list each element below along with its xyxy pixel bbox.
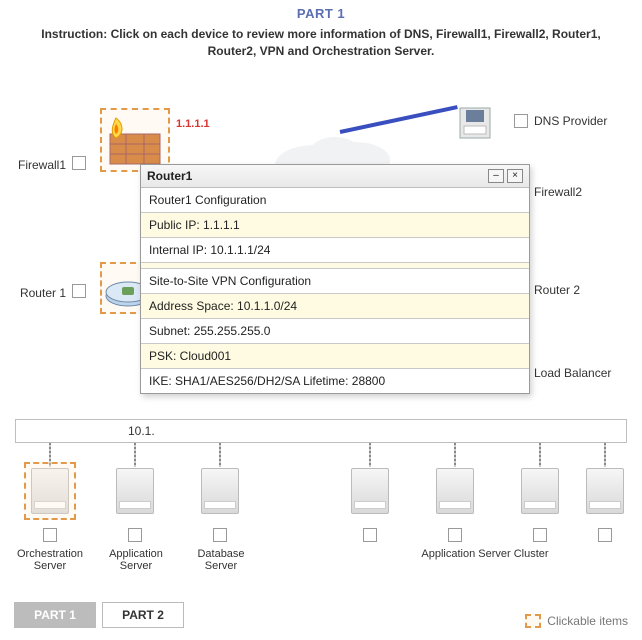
diagram-canvas: PART 1 Instruction: Click on each device… [0,0,642,640]
app-server-label: Application Server [98,548,174,572]
rack-stem [134,443,136,467]
rack-stem [539,443,541,467]
subnet-left-text: 10.1. [128,424,155,438]
dns-server-icon[interactable] [452,100,498,146]
orchestration-clickable[interactable] [24,462,76,520]
cluster-checkbox-2[interactable] [448,528,462,542]
cluster-checkbox-4[interactable] [598,528,612,542]
part1-tab[interactable]: PART 1 [14,602,96,628]
app-server-icon[interactable] [116,468,154,514]
load-balancer-label: Load Balancer [534,366,611,380]
dialog-titlebar[interactable]: Router1 – × [141,165,529,188]
subnet-bar-left [15,419,627,443]
firewall1-icon[interactable] [106,116,164,168]
dialog-row: Public IP: 1.1.1.1 [141,212,529,237]
router2-label: Router 2 [534,283,580,297]
router1-checkbox[interactable] [72,284,86,298]
dialog-minimize-button[interactable]: – [488,169,504,183]
rack-stem [219,443,221,467]
part-heading: PART 1 [0,6,642,21]
cluster-server-icon[interactable] [521,468,559,514]
device-info-dialog: Router1 – × Router1 Configuration Public… [140,164,530,394]
dns-checkbox[interactable] [514,114,528,128]
db-server-icon[interactable] [201,468,239,514]
cluster-server-icon[interactable] [351,468,389,514]
cluster-checkbox-1[interactable] [363,528,377,542]
dns-label: DNS Provider [534,114,607,128]
dialog-row: PSK: Cloud001 [141,343,529,368]
dialog-title: Router1 [147,169,192,183]
legend-text: Clickable items [547,614,628,628]
db-server-checkbox[interactable] [213,528,227,542]
clickable-legend: Clickable items [525,614,628,628]
dialog-close-button[interactable]: × [507,169,523,183]
firewall1-label: Firewall1 [14,158,66,172]
dialog-row: Site-to-Site VPN Configuration [141,268,529,293]
legend-swatch-icon [525,614,541,628]
dialog-row: Router1 Configuration [141,188,529,212]
part2-tab[interactable]: PART 2 [102,602,184,628]
db-server-label: Database Server [186,548,256,572]
firewall1-checkbox[interactable] [72,156,86,170]
rack-stem [369,443,371,467]
cluster-label: Application Server Cluster [400,548,570,560]
cluster-checkbox-3[interactable] [533,528,547,542]
app-server-checkbox[interactable] [128,528,142,542]
cluster-server-icon[interactable] [436,468,474,514]
cluster-server-icon[interactable] [586,468,624,514]
dialog-row: Internal IP: 10.1.1.1/24 [141,237,529,262]
dialog-row: Subnet: 255.255.255.0 [141,318,529,343]
router1-label: Router 1 [14,286,66,300]
orchestration-label: Orchestration Server [10,548,90,572]
rack-stem [454,443,456,467]
orchestration-checkbox[interactable] [43,528,57,542]
rack-stem [604,443,606,467]
dialog-row: IKE: SHA1/AES256/DH2/SA Lifetime: 28800 [141,368,529,393]
dialog-row: Address Space: 10.1.1.0/24 [141,293,529,318]
firewall2-label: Firewall2 [534,185,582,199]
instruction-text: Instruction: Click on each device to rev… [40,26,602,61]
firewall1-ip-label: 1.1.1.1 [176,118,210,130]
